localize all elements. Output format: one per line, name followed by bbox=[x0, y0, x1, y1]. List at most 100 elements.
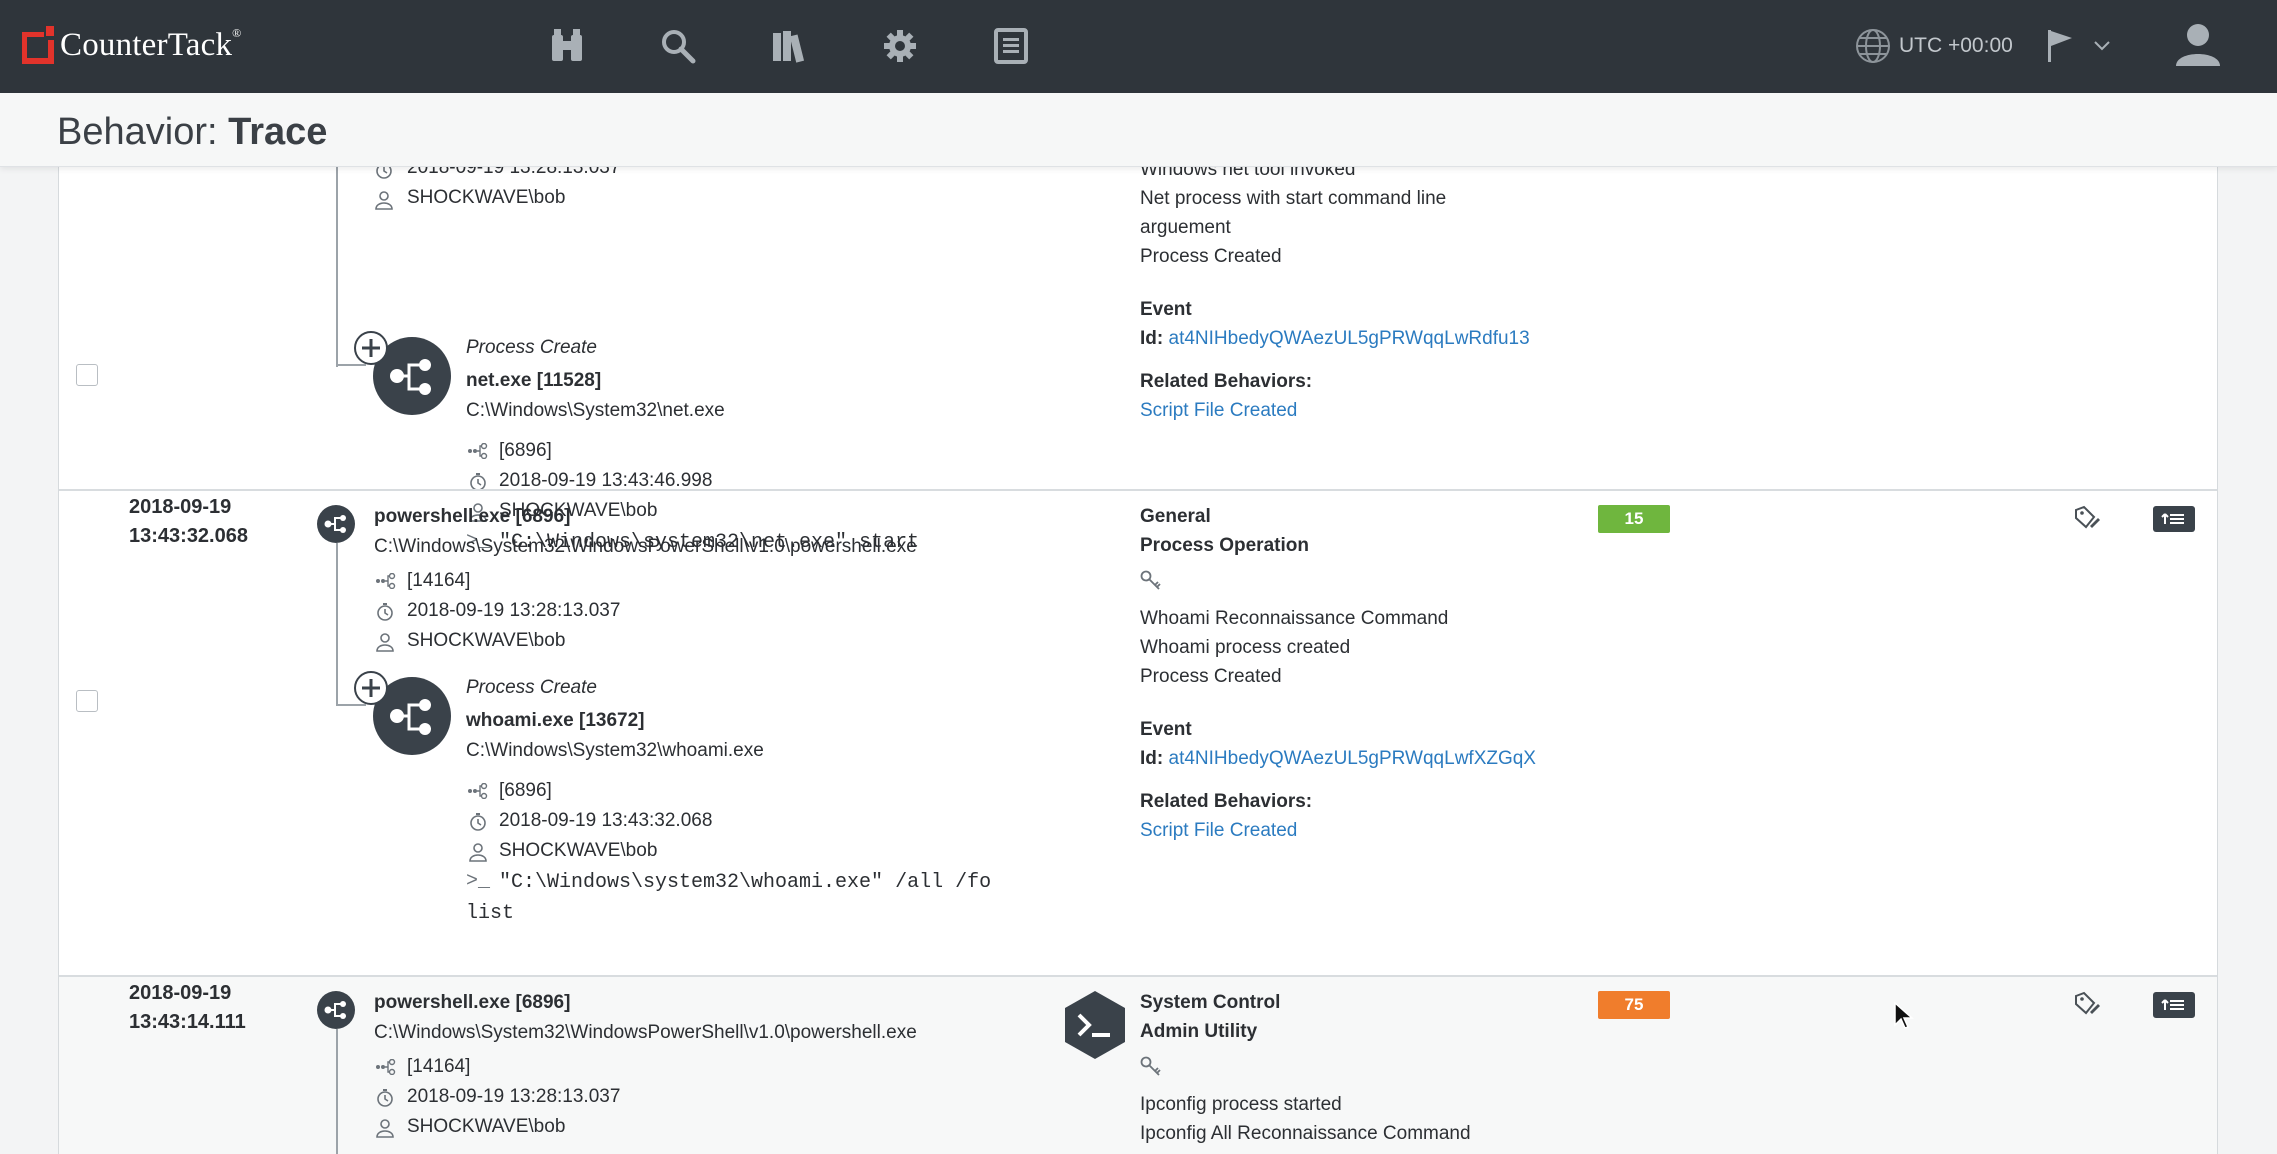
parent-user: SHOCKWAVE\bob bbox=[407, 1116, 566, 1137]
process-node-icon bbox=[317, 505, 355, 543]
table-row: 2018-09-19 13:43:32.068 powershell.exe [… bbox=[59, 491, 2217, 973]
related-behavior-link[interactable]: Script File Created bbox=[1140, 820, 1297, 842]
child-process-path: C:\Windows\System32\whoami.exe bbox=[466, 740, 764, 761]
event-heading: Event bbox=[1140, 719, 1192, 740]
detail-item: Process Created bbox=[1140, 246, 1282, 267]
event-id-row: Id: at4NIHbedyQWAezUL5gPRWqqLwfXZGqX bbox=[1140, 748, 1537, 769]
library-icon[interactable] bbox=[767, 24, 811, 68]
collapse-details-button[interactable] bbox=[2153, 992, 2195, 1018]
search-icon[interactable] bbox=[656, 24, 700, 68]
gear-icon[interactable] bbox=[878, 24, 922, 68]
user-icon bbox=[469, 843, 487, 862]
terminal-prompt-icon: >_ bbox=[466, 870, 491, 893]
row-date: 2018-09-19 bbox=[129, 982, 232, 1004]
child-ppid: [6896] bbox=[499, 780, 552, 801]
clock-icon bbox=[377, 603, 393, 621]
row-checkbox[interactable] bbox=[76, 364, 98, 386]
logo-mark-icon bbox=[22, 26, 54, 64]
detail-item: Net process with start command line bbox=[1140, 188, 1447, 209]
detail-item: Ipconfig All Reconnaissance Command bbox=[1140, 1123, 1471, 1144]
child-process-name[interactable]: net.exe [11528] bbox=[466, 370, 601, 392]
tag-edit-icon[interactable] bbox=[2072, 504, 2102, 534]
parent-user: SHOCKWAVE\bob bbox=[407, 187, 566, 208]
detail-item: Process Created bbox=[1140, 666, 1282, 687]
child-process-name[interactable]: whoami.exe [13672] bbox=[466, 710, 644, 732]
row-time: 13:43:14.111 bbox=[129, 1011, 246, 1033]
user-icon bbox=[376, 633, 394, 652]
top-navigation-bar: CounterTack® UTC +00:00 bbox=[0, 0, 2277, 93]
user-icon bbox=[375, 191, 393, 210]
timezone-label: UTC +00:00 bbox=[1899, 34, 2013, 57]
process-node-icon bbox=[317, 991, 355, 1029]
key-icon bbox=[1140, 570, 1161, 590]
event-heading: Event bbox=[1140, 299, 1192, 320]
page-header: Behavior: Trace bbox=[0, 93, 2277, 167]
user-icon bbox=[376, 1119, 394, 1138]
user-avatar-icon[interactable] bbox=[2168, 20, 2228, 70]
behavior-category: General bbox=[1140, 506, 1211, 527]
event-id-link[interactable]: at4NIHbedyQWAezUL5gPRWqqLwfXZGqX bbox=[1169, 748, 1537, 769]
score-badge: 15 bbox=[1598, 505, 1670, 533]
countertack-logo[interactable]: CounterTack® bbox=[22, 26, 242, 64]
tree-connector bbox=[336, 1029, 338, 1154]
page-title: Behavior: Trace bbox=[57, 111, 328, 153]
parent-process-icon bbox=[468, 443, 488, 459]
child-timestamp: 2018-09-19 13:43:32.068 bbox=[499, 810, 713, 831]
parent-ppid: [14164] bbox=[407, 570, 471, 591]
report-icon[interactable] bbox=[989, 24, 1033, 68]
globe-icon bbox=[1856, 29, 1890, 63]
tag-edit-icon[interactable] bbox=[2072, 990, 2102, 1020]
behavior-trace-table: 2018-09-19 13:28:13.037 SHOCKWAVE\bob Pr… bbox=[58, 167, 2218, 1154]
parent-process-icon bbox=[468, 783, 488, 799]
child-event-type: Process Create bbox=[466, 337, 597, 358]
chevron-down-icon bbox=[2094, 41, 2110, 51]
tree-connector bbox=[336, 704, 366, 706]
parent-timestamp: 2018-09-19 13:28:13.037 bbox=[407, 600, 621, 621]
command-line: list bbox=[466, 902, 515, 925]
behavior-subcategory: Admin Utility bbox=[1140, 1021, 1258, 1042]
parent-user: SHOCKWAVE\bob bbox=[407, 630, 566, 651]
parent-ppid: [14164] bbox=[407, 1056, 471, 1077]
behavior-category: System Control bbox=[1140, 992, 1281, 1013]
tree-connector bbox=[336, 364, 366, 366]
row-time: 13:43:32.068 bbox=[129, 525, 248, 547]
mouse-cursor-icon bbox=[1894, 1001, 1914, 1029]
command-line: "C:\Windows\system32\whoami.exe" /all /f… bbox=[499, 871, 992, 894]
detail-item: Ipconfig process started bbox=[1140, 1094, 1342, 1115]
flag-icon bbox=[2048, 30, 2072, 62]
admin-utility-terminal-icon bbox=[1059, 989, 1131, 1061]
clock-icon bbox=[470, 813, 486, 831]
parent-process-name[interactable]: powershell.exe [6896] bbox=[374, 992, 570, 1014]
detail-item: Whoami process created bbox=[1140, 637, 1351, 658]
clock-icon bbox=[376, 167, 392, 179]
detail-item: Whoami Reconnaissance Command bbox=[1140, 608, 1449, 629]
key-icon bbox=[1140, 1056, 1161, 1076]
collapse-details-button[interactable] bbox=[2153, 506, 2195, 532]
parent-process-icon bbox=[376, 573, 396, 589]
row-checkbox[interactable] bbox=[76, 690, 98, 712]
related-behavior-link[interactable]: Script File Created bbox=[1140, 400, 1297, 422]
event-id-row: Id: at4NIHbedyQWAezUL5gPRWqqLwRdfu13 bbox=[1140, 328, 1530, 349]
child-event-type: Process Create bbox=[466, 677, 597, 698]
table-row: 2018-09-19 13:43:14.111 powershell.exe [… bbox=[59, 977, 2217, 1154]
detail-item: Windows net tool invoked bbox=[1140, 167, 1356, 180]
parent-timestamp: 2018-09-19 13:28:13.037 bbox=[407, 167, 621, 178]
logo-text: CounterTack® bbox=[60, 26, 242, 63]
flag-menu[interactable] bbox=[2046, 26, 2110, 66]
timezone-selector[interactable]: UTC +00:00 bbox=[1855, 26, 2013, 66]
binoculars-icon[interactable] bbox=[545, 24, 589, 68]
parent-timestamp: 2018-09-19 13:28:13.037 bbox=[407, 1086, 621, 1107]
parent-process-name[interactable]: powershell.exe [6896] bbox=[374, 506, 570, 528]
related-heading: Related Behaviors: bbox=[1140, 371, 1313, 392]
behavior-subcategory: Process Operation bbox=[1140, 535, 1309, 556]
detail-item: arguement bbox=[1140, 217, 1231, 238]
tree-connector bbox=[336, 543, 338, 706]
tree-connector bbox=[336, 167, 338, 367]
clock-icon bbox=[377, 1089, 393, 1107]
parent-process-icon bbox=[376, 1059, 396, 1075]
expand-plus-icon[interactable] bbox=[354, 671, 388, 705]
event-id-link[interactable]: at4NIHbedyQWAezUL5gPRWqqLwRdfu13 bbox=[1169, 328, 1530, 349]
expand-plus-icon[interactable] bbox=[354, 331, 388, 365]
child-process-path: C:\Windows\System32\net.exe bbox=[466, 400, 725, 421]
parent-process-path: C:\Windows\System32\WindowsPowerShell\v1… bbox=[374, 536, 917, 557]
